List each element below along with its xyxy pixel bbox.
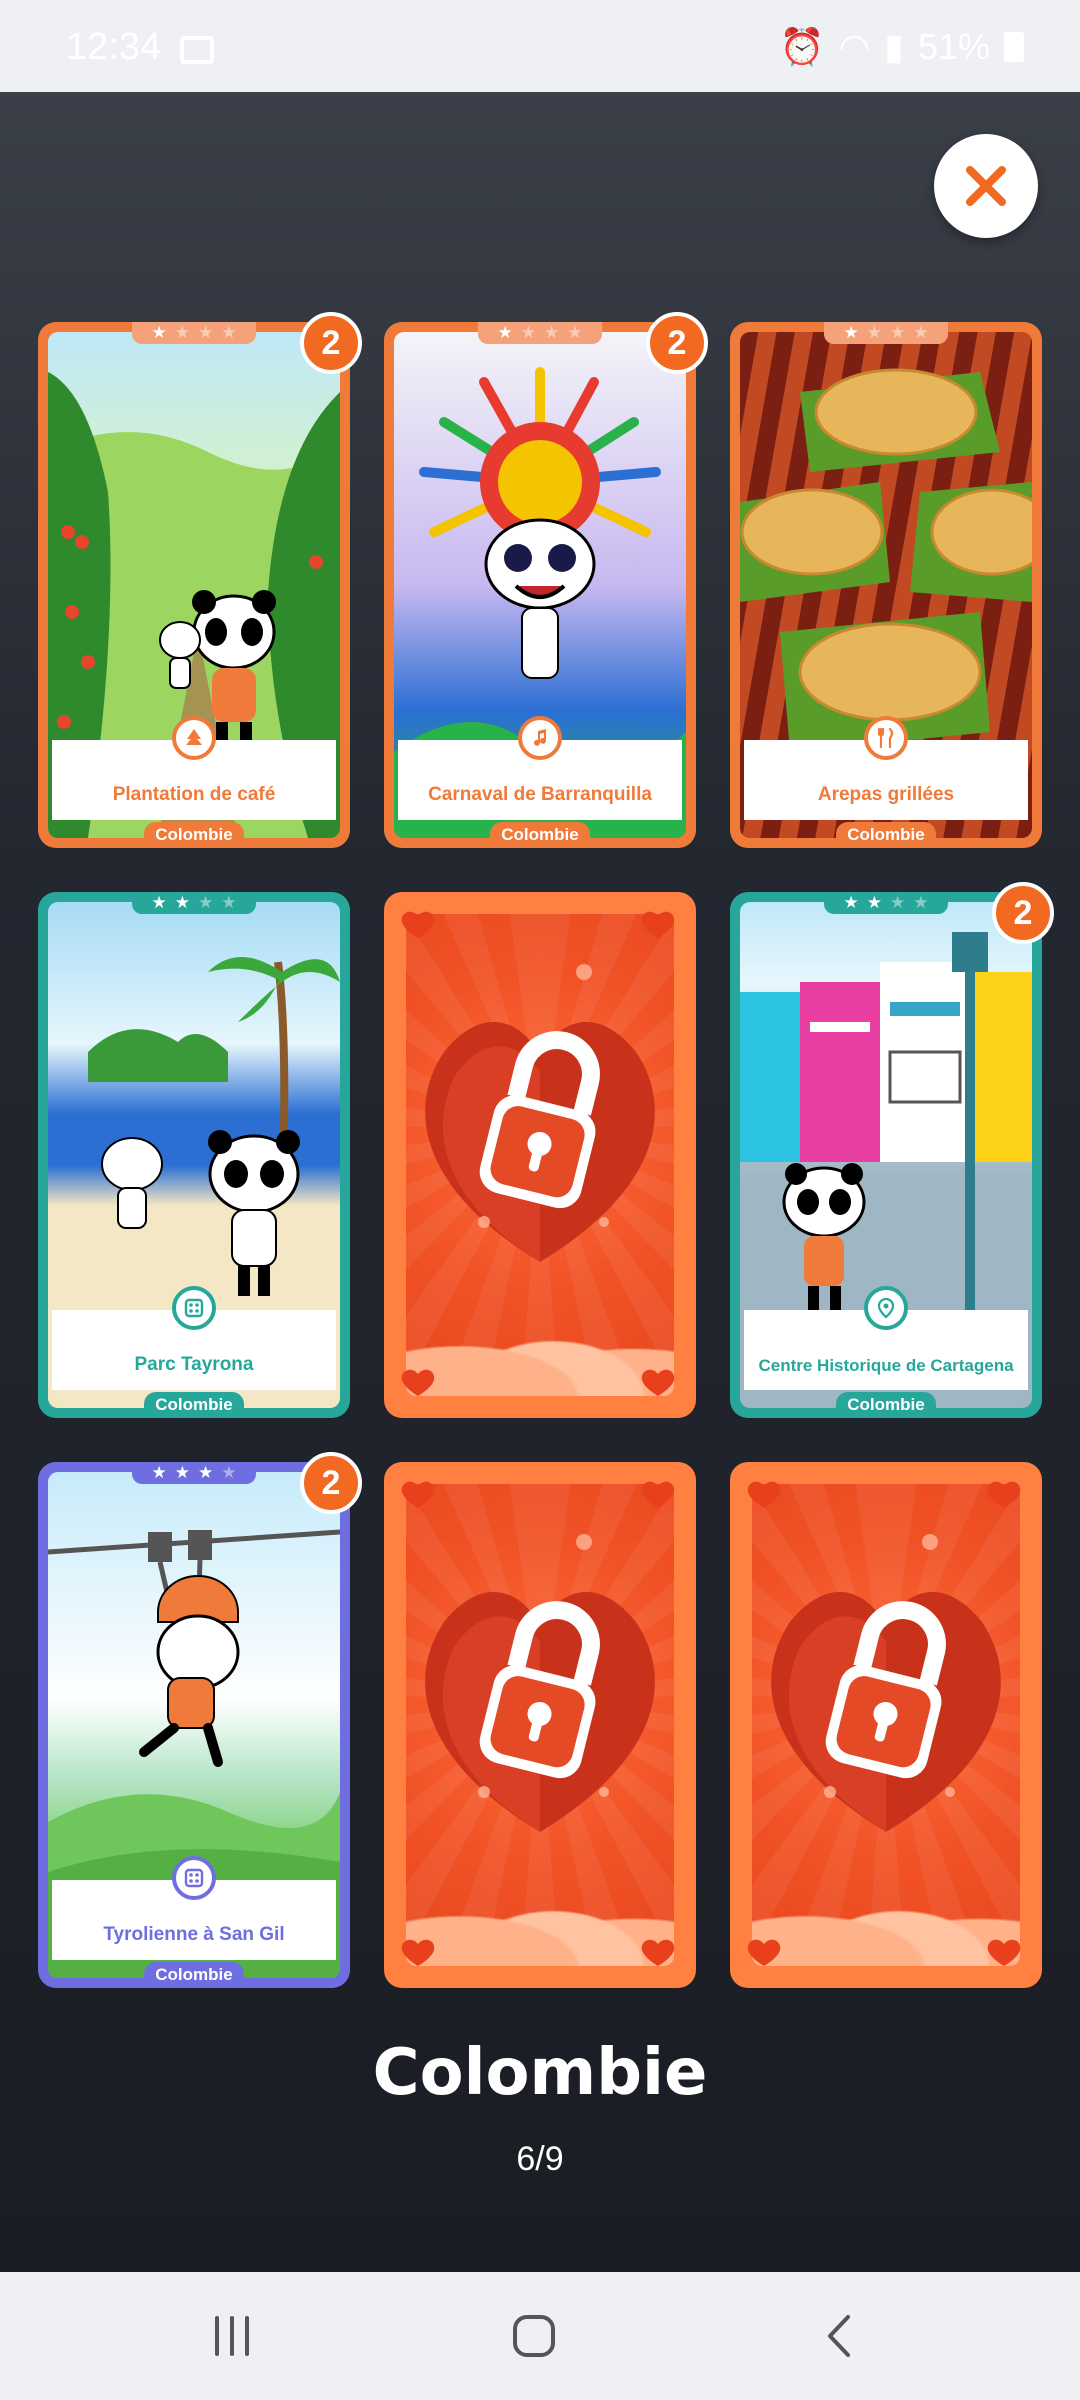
card-title: Tyrolienne à San Gil bbox=[103, 1924, 285, 1945]
country-tab: Colombie bbox=[490, 822, 590, 848]
star-rating: ★ ★ ★ ★ bbox=[824, 322, 948, 344]
close-button[interactable] bbox=[934, 134, 1038, 238]
card-title: Arepas grillées bbox=[817, 784, 955, 805]
star-rating: ★ ★ ★ ★ bbox=[132, 322, 256, 344]
padlock-heart-icon bbox=[401, 1481, 675, 1966]
card-plantation-de-cafe[interactable]: Plantation de café Colombie ★ ★ ★ ★ 2 bbox=[38, 312, 362, 848]
signal-icon: ▮ bbox=[884, 26, 904, 67]
alarm-icon: ⏰ bbox=[779, 26, 825, 67]
country-tab: Colombie bbox=[144, 1962, 244, 1988]
card-title: Centre Historique de Cartagena bbox=[758, 1356, 1014, 1375]
gallery-icon bbox=[180, 36, 214, 64]
home-button[interactable] bbox=[494, 2302, 574, 2370]
locked-card[interactable] bbox=[384, 1462, 696, 1988]
star-rating: ★ ★ ★ ★ bbox=[132, 892, 256, 914]
star-rating: ★ ★ ★ ★ bbox=[824, 892, 948, 914]
wifi-icon: ◠ bbox=[838, 26, 871, 67]
padlock-heart-icon bbox=[401, 911, 675, 1396]
locked-card[interactable] bbox=[730, 1462, 1042, 1988]
count-badge: 2 bbox=[300, 312, 362, 374]
back-icon bbox=[828, 2315, 850, 2357]
count-badge: 2 bbox=[300, 1452, 362, 1514]
recent-apps-icon bbox=[215, 2316, 249, 2356]
music-note-icon bbox=[518, 716, 562, 760]
back-button[interactable] bbox=[800, 2302, 880, 2370]
card-carnaval-de-barranquilla[interactable]: Carnaval de Barranquilla Colombie ★ ★ ★ ★ 2 bbox=[384, 312, 708, 848]
card-name-plate: Plantation de café bbox=[52, 716, 336, 820]
map-pin-icon bbox=[864, 1286, 908, 1330]
status-bar: 12:34 ⏰ ◠ ▮ 51% bbox=[0, 0, 1080, 92]
card-parc-tayrona[interactable]: Parc Tayrona Colombie ★ ★ ★ ★ bbox=[38, 892, 350, 1418]
country-tab: Colombie bbox=[144, 1392, 244, 1418]
dice-icon bbox=[172, 1856, 216, 1900]
close-icon bbox=[966, 166, 1006, 206]
fork-knife-icon bbox=[864, 716, 908, 760]
home-icon bbox=[513, 2315, 555, 2357]
card-name-plate: Arepas grillées bbox=[744, 716, 1028, 820]
star-rating: ★ ★ ★ ★ bbox=[132, 1462, 256, 1484]
collection-progress: 6/9 bbox=[516, 2140, 564, 2178]
card-arepas-grillees[interactable]: Arepas grillées Colombie ★ ★ ★ ★ bbox=[730, 322, 1042, 848]
battery-percent: 51% bbox=[917, 26, 990, 67]
card-title: Parc Tayrona bbox=[134, 1354, 254, 1375]
card-name-plate: Centre Historique de Cartagena bbox=[744, 1286, 1028, 1390]
padlock-heart-icon bbox=[747, 1481, 1021, 1966]
locked-card[interactable] bbox=[384, 892, 696, 1418]
card-tyrolienne-a-san-gil[interactable]: Tyrolienne à San Gil Colombie ★ ★ ★ ★ 2 bbox=[38, 1452, 362, 1988]
collection-title: Colombie bbox=[372, 2036, 708, 2110]
card-title: Carnaval de Barranquilla bbox=[428, 784, 652, 805]
dice-icon bbox=[172, 1286, 216, 1330]
card-name-plate: Tyrolienne à San Gil bbox=[52, 1856, 336, 1960]
card-name-plate: Carnaval de Barranquilla bbox=[398, 716, 682, 820]
card-title: Plantation de café bbox=[112, 784, 276, 805]
battery-icon bbox=[1004, 32, 1024, 62]
country-tab: Colombie bbox=[836, 1392, 936, 1418]
count-badge: 2 bbox=[646, 312, 708, 374]
star-rating: ★ ★ ★ ★ bbox=[478, 322, 602, 344]
country-tab: Colombie bbox=[144, 822, 244, 848]
recent-apps-button[interactable] bbox=[192, 2302, 272, 2370]
country-tab: Colombie bbox=[836, 822, 936, 848]
card-name-plate: Parc Tayrona bbox=[52, 1286, 336, 1390]
status-time: 12:34 bbox=[66, 26, 162, 68]
tree-icon bbox=[172, 716, 216, 760]
card-centre-historique-de-cartagena[interactable]: Centre Historique de Cartagena Colombie … bbox=[730, 882, 1054, 1418]
system-nav-bar bbox=[0, 2272, 1080, 2400]
count-badge: 2 bbox=[992, 882, 1054, 944]
status-icons: ⏰ ◠ ▮ 51% bbox=[780, 26, 1024, 68]
